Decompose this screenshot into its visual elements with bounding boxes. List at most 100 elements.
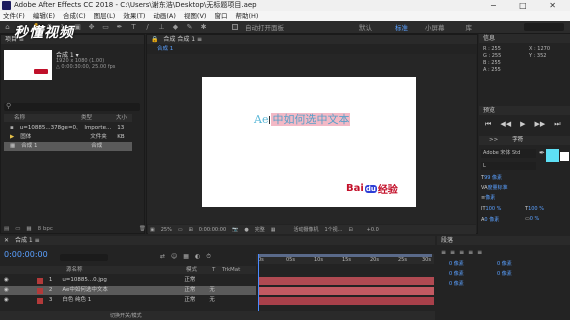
layer-color-label[interactable] — [36, 287, 43, 294]
menu-edit[interactable]: 编辑(E) — [33, 11, 55, 21]
exposure-value[interactable]: +0.0 — [367, 227, 379, 233]
puppet-tool-icon[interactable]: ✱ — [200, 23, 207, 31]
project-search-input[interactable]: ⚲ — [4, 102, 140, 111]
roto-tool-icon[interactable]: ✎ — [186, 23, 193, 31]
col-mode[interactable]: 模式 — [186, 266, 197, 274]
bpc-label[interactable]: 8 bpc — [38, 226, 53, 232]
grid-icon[interactable]: ⊞ — [189, 227, 193, 233]
indent-right-field[interactable]: 0 像素 — [497, 260, 512, 267]
tab-character[interactable]: 字符 — [512, 136, 523, 145]
col-size[interactable]: 大小 — [116, 114, 127, 122]
visibility-icon[interactable]: ◉ — [4, 276, 9, 285]
col-t[interactable]: T — [212, 266, 215, 274]
transparency-icon[interactable]: ▦ — [271, 227, 276, 233]
fit-icon[interactable]: ▭ — [178, 227, 183, 233]
menu-file[interactable]: 文件(F) — [3, 11, 25, 21]
menu-composition[interactable]: 合成(C) — [63, 11, 86, 21]
help-search-input[interactable] — [524, 23, 564, 31]
menu-view[interactable]: 视图(V) — [184, 11, 207, 21]
stroke-width-field[interactable]: ≡像素 — [481, 194, 495, 201]
quality-select[interactable]: 完整 — [255, 226, 265, 233]
prev-frame-icon[interactable]: ◀◀ — [500, 120, 511, 129]
rectangle-tool-icon[interactable]: ▭ — [102, 23, 109, 31]
last-frame-icon[interactable]: ⏭ — [554, 120, 560, 129]
play-icon[interactable]: ▶ — [520, 120, 525, 129]
visibility-icon[interactable]: ◉ — [4, 286, 9, 295]
comp-canvas[interactable]: Ae 中如何选中文本 Bai du 经验 — [202, 77, 416, 207]
info-tab[interactable]: 信息 — [479, 34, 570, 43]
justify-all-icon[interactable]: ≡ — [477, 249, 482, 256]
layer-row[interactable]: ◉ 1 u=10885...0.jpg 正常 — [0, 276, 256, 285]
indent-first-field[interactable]: 0 像素 — [449, 270, 464, 277]
justify-icon[interactable]: ≡ — [468, 249, 473, 256]
eraser-tool-icon[interactable]: ◆ — [172, 23, 179, 31]
shy-icon[interactable]: ☺ — [171, 253, 177, 261]
baseline-field[interactable]: A0 像素 — [481, 216, 499, 223]
camera-select[interactable]: 活动摄像机 — [293, 226, 318, 233]
workspace-standard[interactable]: 标准 — [395, 22, 408, 32]
col-type[interactable]: 类型 — [81, 114, 92, 122]
font-size-field[interactable]: T99 像素 — [481, 174, 502, 181]
first-frame-icon[interactable]: ⏮ — [485, 120, 491, 129]
interpret-icon[interactable]: ▤ — [4, 226, 9, 232]
canvas-text-layer[interactable]: Ae 中如何选中文本 — [254, 111, 351, 127]
camera-tool-icon[interactable]: ▣ — [74, 23, 81, 31]
channel-icon[interactable]: ● — [244, 227, 248, 233]
new-folder-icon[interactable]: ▭ — [15, 226, 20, 232]
graph-editor-icon[interactable]: ⏱ — [206, 253, 211, 261]
workspace-default[interactable]: 默认 — [359, 22, 372, 32]
align-center-icon[interactable]: ≡ — [450, 249, 455, 256]
comp-flowchart-icon[interactable]: ⇄ — [160, 253, 165, 261]
auto-open-checkbox[interactable] — [232, 24, 238, 30]
col-name[interactable]: 名称 — [14, 114, 25, 122]
time-ruler[interactable]: 0s 05s 10s 15s 20s 25s 30s — [256, 254, 434, 264]
playhead[interactable] — [258, 254, 259, 314]
workspace-small-screen[interactable]: 小屏幕 — [425, 22, 445, 32]
layer-row[interactable]: ◉ 2 Ae中如何选中文本 正常 无 — [0, 286, 256, 295]
layer-row[interactable]: ◉ 3 白色 纯色 1 正常 无 — [0, 296, 256, 305]
project-item[interactable]: ▪ u=10885...378ge=0.jpg Importe... 13 KB — [4, 124, 132, 140]
zoom-select[interactable]: 25% — [161, 227, 172, 233]
space-before-field[interactable]: 0 像素 — [497, 270, 512, 277]
snapshot-icon[interactable]: 📷 — [232, 227, 238, 233]
indent-left-field[interactable]: 0 像素 — [449, 260, 464, 267]
tab-effects[interactable]: >> — [489, 136, 498, 145]
layer-color-label[interactable] — [36, 297, 43, 304]
views-select[interactable]: 1个视... — [325, 226, 343, 233]
toggle-switches-label[interactable]: 切换开关/模式 — [110, 312, 142, 319]
col-trkmat[interactable]: TrkMat — [222, 266, 240, 274]
new-comp-icon[interactable]: ▦ — [26, 226, 31, 232]
motion-blur-icon[interactable]: ◐ — [195, 253, 200, 261]
stroke-color-swatch[interactable] — [560, 152, 569, 161]
align-left-icon[interactable]: ≡ — [441, 249, 446, 256]
layer-color-label[interactable] — [36, 277, 43, 284]
brush-tool-icon[interactable]: / — [144, 23, 151, 31]
timeline-timecode[interactable]: 0:00:00:00 — [4, 250, 48, 259]
eyedropper-icon[interactable]: ✒ — [539, 149, 545, 157]
pen-tool-icon[interactable]: ✒ — [116, 23, 123, 31]
window-controls[interactable]: − □ ✕ — [490, 0, 566, 11]
flow-icon[interactable]: ⊟ — [348, 227, 352, 233]
visibility-icon[interactable]: ◉ — [4, 296, 9, 305]
vertical-scale-field[interactable]: IT100 % — [481, 206, 501, 212]
menu-effect[interactable]: 效果(T) — [123, 11, 145, 21]
tsume-field[interactable]: ▭0 % — [525, 216, 539, 222]
layer-duration-bar[interactable] — [258, 287, 434, 295]
anchor-tool-icon[interactable]: ✥ — [88, 23, 95, 31]
menu-window[interactable]: 窗口 — [214, 11, 227, 21]
space-after-field[interactable]: 0 像素 — [449, 280, 464, 287]
project-item[interactable]: ▶ 固体 文件夹 — [4, 133, 132, 142]
fill-color-swatch[interactable] — [546, 149, 559, 162]
col-source-name[interactable]: 源名称 — [66, 266, 83, 274]
preview-tab[interactable]: 预览 — [479, 106, 570, 115]
layer-duration-bar[interactable] — [258, 277, 434, 285]
horizontal-scale-field[interactable]: T100 % — [525, 206, 544, 212]
close-icon[interactable]: ✕ — [4, 237, 9, 244]
timeline-search-input[interactable] — [60, 254, 108, 261]
frame-blend-icon[interactable]: ▦ — [183, 253, 189, 261]
home-icon[interactable]: ⌂ — [4, 23, 11, 31]
type-tool-icon[interactable]: T — [130, 23, 137, 31]
menu-layer[interactable]: 图层(L) — [94, 11, 116, 21]
lock-icon[interactable]: 🔒 — [151, 36, 158, 43]
align-right-icon[interactable]: ≡ — [459, 249, 464, 256]
